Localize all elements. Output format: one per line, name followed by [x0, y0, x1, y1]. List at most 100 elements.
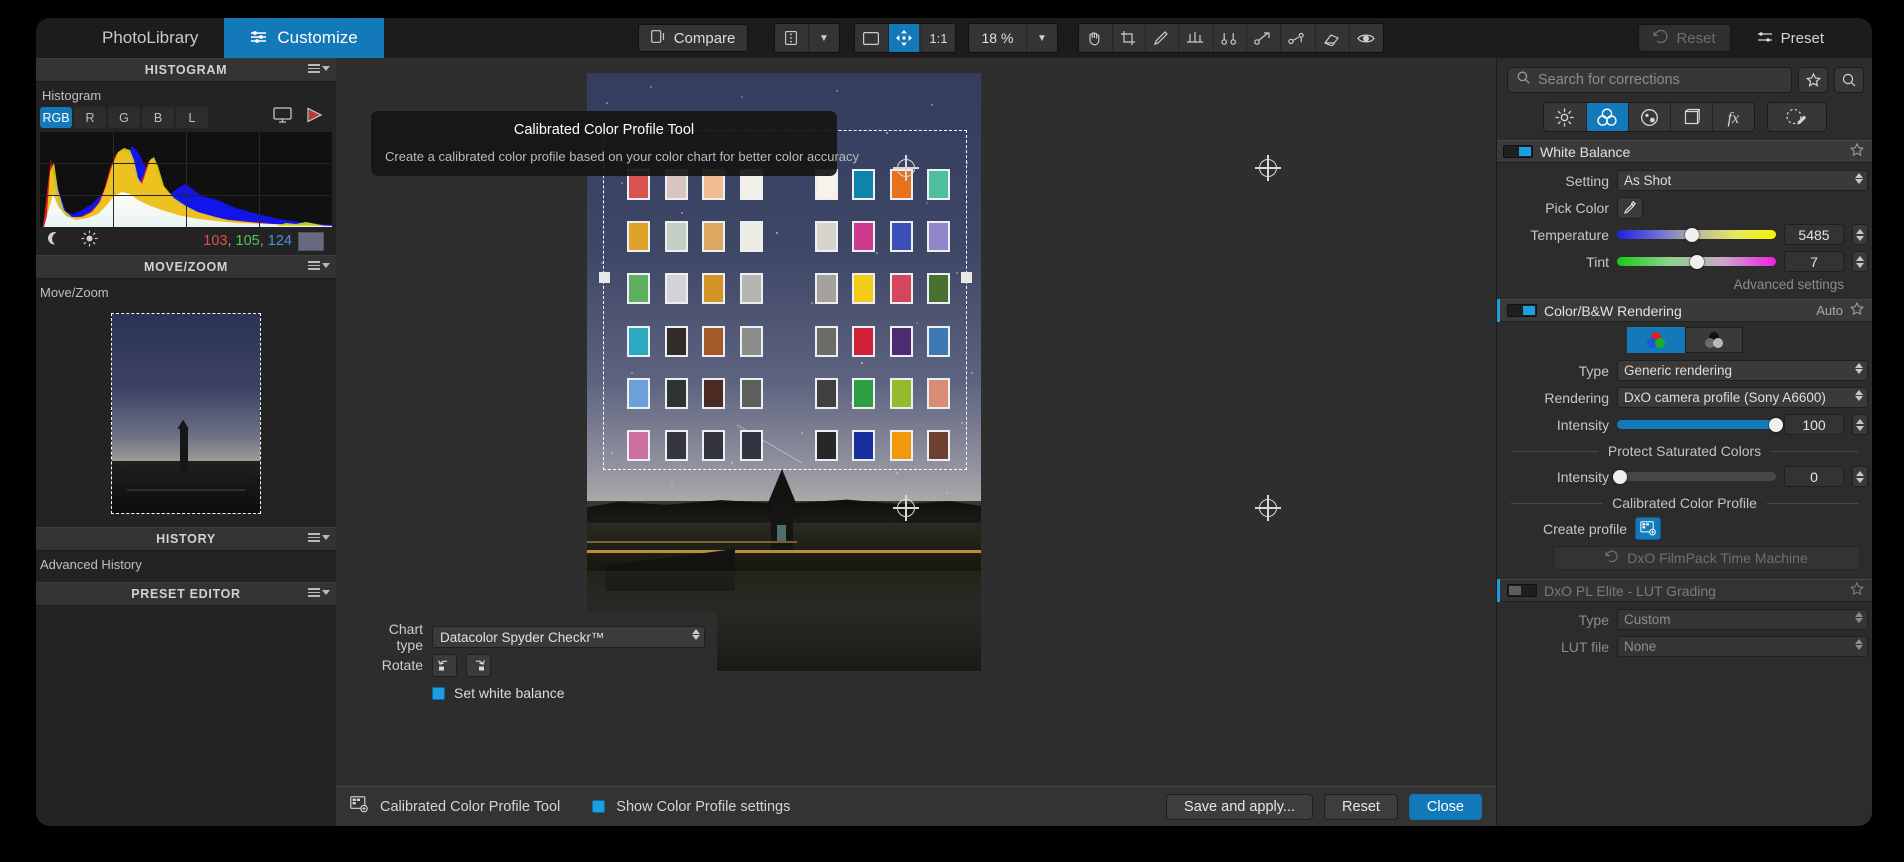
channel-r[interactable]: R: [74, 107, 106, 128]
zoom-level-caret-icon[interactable]: ▼: [1026, 24, 1056, 52]
protect-intensity-value[interactable]: 0: [1784, 466, 1844, 487]
eyedropper-icon[interactable]: [1617, 196, 1643, 219]
create-profile-button[interactable]: [1635, 517, 1661, 540]
filmpack-time-machine-button[interactable]: DxO FilmPack Time Machine: [1553, 546, 1860, 570]
white-balance-toggle[interactable]: [1503, 145, 1533, 158]
wb-temperature-slider[interactable]: [1617, 227, 1776, 242]
crop-handle-top-right[interactable]: [1255, 155, 1281, 181]
protect-intensity-slider[interactable]: [1613, 469, 1776, 484]
chart-selection-box[interactable]: [598, 130, 972, 470]
compare-button[interactable]: Compare: [637, 24, 749, 52]
tab-photolibrary[interactable]: PhotoLibrary: [76, 18, 224, 58]
histogram-menu-icon[interactable]: [308, 64, 330, 73]
reset-button[interactable]: Reset: [1638, 24, 1731, 52]
hand-tool-icon[interactable]: [1080, 24, 1110, 52]
show-color-profile-settings-checkbox[interactable]: [592, 800, 606, 813]
category-geometry[interactable]: [1669, 103, 1712, 131]
chevron-updown-icon: [1855, 363, 1863, 374]
preset-button[interactable]: Preset: [1745, 24, 1836, 52]
retouch-tool-icon[interactable]: [1145, 24, 1176, 52]
set-white-balance-checkbox[interactable]: [432, 686, 445, 700]
view-list-icon[interactable]: [776, 24, 806, 52]
category-color[interactable]: [1585, 103, 1628, 131]
crop-tool-icon[interactable]: [1112, 24, 1143, 52]
rotate-row: Rotate: [361, 651, 705, 679]
reset-tool-button[interactable]: Reset: [1324, 793, 1398, 820]
preseteditor-menu-icon[interactable]: [308, 588, 330, 597]
gamut-warning-icon[interactable]: [306, 107, 324, 128]
color-mode-icon[interactable]: [1626, 327, 1685, 353]
pan-move-icon[interactable]: [888, 24, 920, 52]
white-balance-favorite-icon[interactable]: [1850, 142, 1864, 161]
control-point-icon[interactable]: [1246, 24, 1278, 52]
image-canvas[interactable]: Calibrated Color Profile Tool Create a c…: [336, 58, 1496, 786]
color-bw-toggle[interactable]: [1507, 304, 1537, 317]
crop-handle-bottom-right[interactable]: [1255, 495, 1281, 521]
red-eye-icon[interactable]: [1349, 24, 1382, 52]
wb-tint-value[interactable]: 7: [1784, 251, 1844, 272]
eraser-tool-icon[interactable]: [1315, 24, 1347, 52]
palette-white-balance-header[interactable]: White Balance: [1497, 140, 1872, 163]
channel-l[interactable]: L: [176, 107, 208, 128]
rotate-left-icon[interactable]: [432, 653, 457, 677]
search-circle-icon[interactable]: [1834, 67, 1864, 93]
wb-tint-knob[interactable]: [1689, 254, 1704, 269]
fit-screen-icon[interactable]: [856, 24, 886, 52]
crop-handle-top-left[interactable]: [893, 155, 919, 181]
left-mid-handle[interactable]: [598, 272, 610, 283]
chart-type-select[interactable]: Datacolor Spyder Checkr™: [432, 626, 705, 648]
channel-rgb[interactable]: RGB: [40, 107, 72, 128]
palette-color-bw-header[interactable]: Color/B&W Rendering Auto: [1497, 299, 1872, 322]
lut-grading-favorite-icon[interactable]: [1850, 581, 1864, 600]
channel-g[interactable]: G: [108, 107, 140, 128]
category-detail[interactable]: [1627, 103, 1670, 131]
wb-tint-stepper[interactable]: [1852, 251, 1868, 272]
star-icon[interactable]: [1798, 67, 1828, 93]
search-input[interactable]: Search for corrections: [1507, 67, 1792, 93]
highlight-clip-icon[interactable]: [81, 230, 98, 252]
cbw-intensity-value[interactable]: 100: [1784, 414, 1844, 435]
one-to-one-button[interactable]: 1:1: [921, 24, 954, 52]
channel-b[interactable]: B: [142, 107, 174, 128]
right-mid-handle[interactable]: [960, 272, 972, 283]
category-light[interactable]: [1544, 103, 1586, 131]
wb-tint-slider[interactable]: [1617, 254, 1776, 269]
bw-mode-icon[interactable]: [1684, 327, 1743, 353]
zoom-level-value[interactable]: 18 %: [970, 24, 1024, 52]
local-adjustments-icon[interactable]: [1768, 103, 1826, 131]
save-and-apply-button[interactable]: Save and apply...: [1166, 793, 1314, 820]
lut-grading-toggle[interactable]: [1507, 584, 1537, 597]
palette-lut-grading-header[interactable]: DxO PL Elite - LUT Grading: [1497, 579, 1872, 602]
cbw-rendering-select[interactable]: DxO camera profile (Sony A6600): [1617, 387, 1868, 408]
lut-type-select[interactable]: Custom: [1617, 609, 1868, 630]
history-menu-icon[interactable]: [308, 533, 330, 542]
cbw-intensity-slider[interactable]: [1617, 417, 1783, 432]
crop-handle-bottom-left[interactable]: [893, 495, 919, 521]
wb-temperature-knob[interactable]: [1684, 227, 1699, 242]
cbw-intensity-stepper[interactable]: [1852, 414, 1868, 435]
protect-intensity-knob[interactable]: [1613, 469, 1628, 484]
horizon-tool-icon[interactable]: [1178, 24, 1211, 52]
monitor-icon[interactable]: [273, 107, 292, 128]
graduated-filter-icon[interactable]: [1280, 24, 1313, 52]
shadow-clip-icon[interactable]: [46, 231, 61, 251]
wb-advanced-settings-link[interactable]: Advanced settings: [1734, 277, 1844, 292]
close-tool-button[interactable]: Close: [1408, 793, 1482, 820]
category-effects[interactable]: fx: [1711, 103, 1754, 131]
movezoom-thumbnail[interactable]: [111, 313, 261, 514]
cbw-intensity-knob[interactable]: [1769, 417, 1783, 432]
wb-setting-select[interactable]: As Shot: [1617, 170, 1868, 191]
cbw-type-select[interactable]: Generic rendering: [1617, 360, 1868, 381]
control-line-icon[interactable]: [1213, 24, 1244, 52]
color-bw-favorite-icon[interactable]: [1850, 301, 1864, 320]
view-mode-caret-icon[interactable]: ▼: [808, 24, 838, 52]
set-white-balance-row[interactable]: Set white balance: [361, 679, 705, 707]
lut-file-select[interactable]: None: [1617, 636, 1868, 657]
tab-customize[interactable]: Customize: [224, 18, 384, 58]
wb-temperature-value[interactable]: 5485: [1784, 224, 1844, 245]
color-bw-auto-label[interactable]: Auto: [1816, 303, 1843, 318]
protect-intensity-stepper[interactable]: [1852, 466, 1868, 487]
rotate-right-icon[interactable]: [466, 653, 491, 677]
wb-temperature-stepper[interactable]: [1852, 224, 1868, 245]
movezoom-menu-icon[interactable]: [308, 261, 330, 270]
